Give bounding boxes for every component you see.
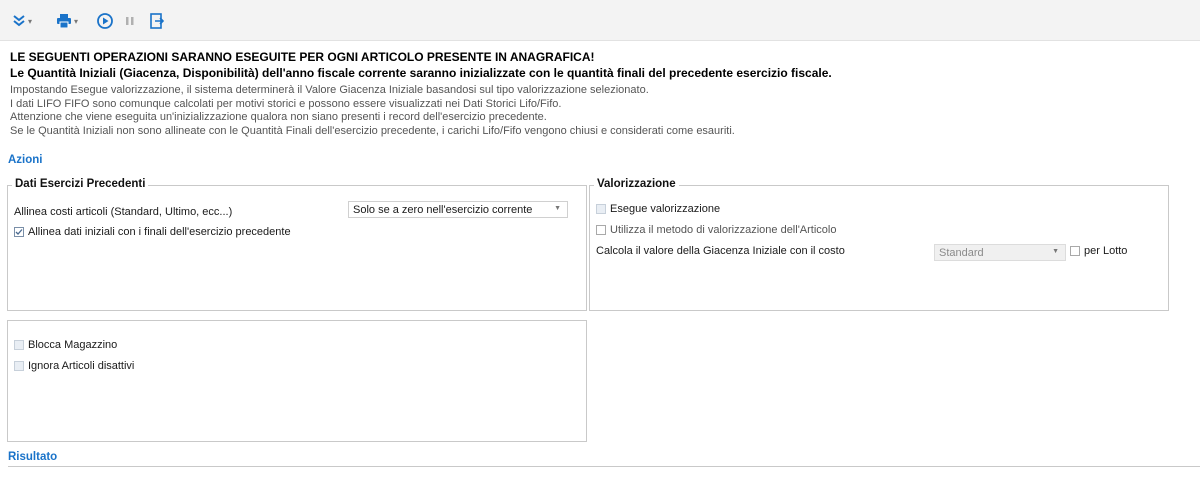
chevron-down-icon: ▼ — [1052, 248, 1059, 255]
checkmark-icon — [15, 229, 23, 235]
chevron-down-icon: ▼ — [554, 205, 561, 212]
expand-button[interactable]: ▾ — [12, 10, 32, 32]
group-valorizzazione: Valorizzazione Esegue valorizzazione Uti… — [589, 178, 1169, 311]
note-line: I dati LIFO FIFO sono comunque calcolati… — [10, 97, 562, 110]
info-header: LE SEGUENTI OPERAZIONI SARANNO ESEGUITE … — [10, 50, 1190, 138]
section-azioni: Azioni — [8, 154, 43, 166]
calcola-valore-label: Calcola il valore della Giacenza Inizial… — [596, 245, 845, 257]
run-button[interactable] — [97, 10, 113, 32]
expand-double-chevron-icon — [13, 15, 25, 27]
checkbox-box[interactable] — [14, 361, 24, 371]
pause-icon — [126, 17, 134, 25]
play-circle-icon — [97, 13, 113, 29]
allinea-dati-label: Allinea dati iniziali con i finali dell'… — [28, 226, 291, 238]
toolbar: ▾ ▾ — [0, 0, 1200, 41]
exit-icon — [150, 13, 164, 29]
per-lotto-label: per Lotto — [1084, 245, 1128, 257]
allinea-costi-value: Solo se a zero nell'esercizio corrente — [353, 203, 533, 216]
chevron-down-icon[interactable]: ▾ — [28, 17, 32, 26]
group-magazzino-options: Blocca Magazzino Ignora Articoli disatti… — [7, 320, 587, 442]
costo-value: Standard — [939, 246, 984, 259]
print-button[interactable]: ▾ — [56, 10, 78, 32]
esegue-valorizzazione-checkbox[interactable]: Esegue valorizzazione — [596, 203, 720, 215]
utilizza-metodo-checkbox[interactable]: Utilizza il metodo di valorizzazione del… — [596, 224, 836, 236]
ignora-articoli-label: Ignora Articoli disattivi — [28, 360, 135, 372]
chevron-down-icon[interactable]: ▾ — [74, 17, 78, 26]
checkbox-box[interactable] — [596, 225, 606, 235]
warning-subtitle: Le Quantità Iniziali (Giacenza, Disponib… — [10, 66, 832, 80]
checkbox-box[interactable] — [1070, 246, 1080, 256]
section-risultato: Risultato — [8, 451, 58, 463]
divider — [8, 466, 1200, 467]
checkbox-box[interactable] — [14, 340, 24, 350]
blocca-magazzino-checkbox[interactable]: Blocca Magazzino — [14, 339, 117, 351]
utilizza-metodo-label: Utilizza il metodo di valorizzazione del… — [610, 224, 837, 236]
blocca-magazzino-label: Blocca Magazzino — [28, 339, 118, 351]
group-legend: Dati Esercizi Precedenti — [12, 178, 149, 190]
costo-select[interactable]: Standard ▼ — [934, 244, 1066, 261]
esegue-valorizzazione-label: Esegue valorizzazione — [610, 203, 721, 215]
warning-title: LE SEGUENTI OPERAZIONI SARANNO ESEGUITE … — [10, 50, 595, 64]
note-line: Attenzione che viene eseguita un'inizial… — [10, 111, 547, 123]
pause-button[interactable] — [124, 10, 136, 32]
allinea-costi-select[interactable]: Solo se a zero nell'esercizio corrente ▼ — [348, 201, 568, 218]
group-dati-esercizi-precedenti: Dati Esercizi Precedenti Allinea costi a… — [7, 178, 587, 311]
group-legend: Valorizzazione — [594, 178, 679, 190]
checkbox-box[interactable] — [596, 204, 606, 214]
allinea-dati-checkbox[interactable]: Allinea dati iniziali con i finali dell'… — [14, 226, 291, 238]
checkbox-box[interactable] — [14, 227, 24, 237]
per-lotto-checkbox[interactable]: per Lotto — [1070, 245, 1127, 257]
note-line: Se le Quantità Iniziali non sono allinea… — [10, 124, 735, 137]
printer-icon — [57, 14, 71, 28]
exit-button[interactable] — [150, 10, 164, 32]
allinea-costi-label: Allinea costi articoli (Standard, Ultimo… — [14, 206, 233, 218]
ignora-articoli-checkbox[interactable]: Ignora Articoli disattivi — [14, 360, 134, 372]
note-line: Impostando Esegue valorizzazione, il sis… — [10, 84, 649, 96]
